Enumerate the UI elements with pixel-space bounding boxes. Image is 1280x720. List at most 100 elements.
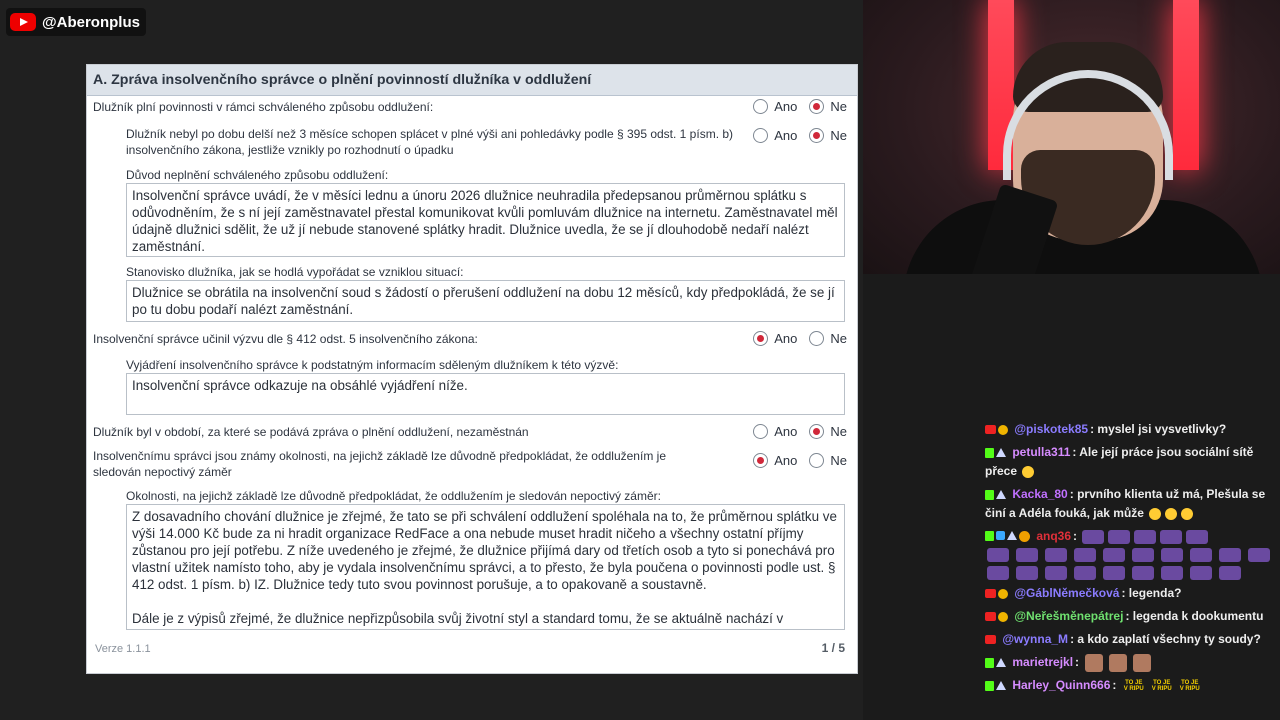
reason-textbox[interactable]: Insolvenční správce uvádí, že v měsíci l… [126, 183, 845, 257]
reason-label: Důvod neplnění schváleného způsobu oddlu… [126, 168, 389, 182]
youtube-badge-icon [985, 611, 996, 621]
radio-group-payment: Ano Ne [753, 128, 847, 143]
chat-text: : [1073, 529, 1078, 543]
chat-username[interactable]: marietrejkl [1012, 655, 1073, 669]
radio-group-challenge: Ano Ne [753, 331, 847, 346]
chat-panel: @piskotek85: myslel jsi vysvetlivky? pet… [985, 420, 1275, 699]
channel-handle: @Aberonplus [42, 13, 140, 31]
subscriber-badge-icon [996, 657, 1006, 667]
emote-icon [1045, 548, 1067, 562]
radio-no[interactable] [809, 128, 825, 143]
channel-handle-badge: @Aberonplus [6, 8, 146, 36]
emote-icon [1160, 529, 1183, 544]
radio-yes[interactable] [753, 99, 769, 114]
laughing-emoji-icon [1165, 507, 1178, 520]
emote-icon [1103, 548, 1125, 562]
radio-no[interactable] [809, 453, 825, 468]
member-badge-icon [998, 588, 1008, 599]
gifter-badge-icon [1019, 531, 1030, 543]
chat-message: @wynna_M: a kdo zaplatí všechny ty soudy… [985, 630, 1275, 649]
chat-message: anq36: [985, 527, 1275, 580]
chat-username[interactable]: @piskotek85 [1014, 422, 1088, 436]
stream-frame: @Aberonplus A. Zpráva insolvenčního sprá… [0, 0, 1280, 720]
radio-group-unemployed: Ano Ne [753, 424, 847, 439]
emote-icon [1161, 566, 1183, 580]
question-challenge: Insolvenční správce učinil výzvu dle § 4… [93, 331, 847, 347]
face-emote-icon [1109, 653, 1128, 672]
subscriber-badge-icon [996, 489, 1006, 499]
radio-yes[interactable] [753, 331, 769, 346]
chat-username[interactable]: @wynna_M [1002, 632, 1068, 646]
circumstances-paragraph-2: Dále je z výpisů zřejmé, že dlužnice nep… [132, 611, 784, 626]
emote-icon [1190, 566, 1212, 580]
emote-icon [987, 566, 1009, 580]
youtube-badge-icon [985, 588, 996, 598]
section-title: A. Zpráva insolvenčního správce o plnění… [93, 72, 592, 88]
question-text: Insolvenční správce učinil výzvu dle § 4… [93, 332, 478, 346]
youtube-badge-icon [985, 635, 996, 645]
emote-icon [1186, 529, 1209, 544]
member-badge-icon [998, 424, 1008, 435]
chat-message: Harley_Quinn666: TO JE V RIPU TO JE V RIP… [985, 676, 1275, 695]
emote-icon [1161, 548, 1183, 562]
emote-icon [1134, 529, 1157, 544]
circumstances-textbox[interactable]: Z dosavadního chování dlužnice je zřejmé… [126, 504, 845, 630]
member-badge-icon [998, 611, 1008, 622]
emote-icon [1016, 566, 1038, 580]
kick-badge-icon [985, 680, 994, 691]
question-obligations: Dlužník plní povinnosti v rámci schválen… [93, 99, 847, 115]
radio-no[interactable] [809, 99, 825, 114]
emote-icon [1082, 529, 1105, 544]
section-header: A. Zpráva insolvenčního správce o plnění… [87, 65, 857, 96]
chat-username[interactable]: anq36 [1036, 529, 1071, 543]
chat-text: : legenda k dookumentu [1125, 609, 1264, 623]
emote-icon [1074, 566, 1096, 580]
question-text: Insolvenčnímu správci jsou známy okolnos… [93, 449, 666, 479]
laughing-emoji-icon [1181, 507, 1194, 520]
statement-label: Vyjádření insolvenčního správce k podsta… [126, 358, 619, 372]
emote-spam [985, 548, 1275, 580]
face-emote-icon [1133, 653, 1152, 672]
text-emote: TO JE V RIPU [1179, 679, 1200, 692]
radio-group-dishonest: Ano Ne [753, 453, 847, 468]
radio-yes[interactable] [753, 453, 769, 468]
circumstances-label: Okolnosti, na jejichž základě lze důvodn… [126, 489, 661, 503]
text-emote: TO JE V RIPU [1151, 679, 1172, 692]
emote-icon [1132, 548, 1154, 562]
chat-text: : [1075, 655, 1080, 669]
emote-icon [1108, 529, 1131, 544]
emote-icon [1248, 548, 1270, 562]
webcam-feed [863, 0, 1280, 274]
stance-textbox[interactable]: Dlužnice se obrátila na insolvenční soud… [126, 280, 845, 322]
statement-textbox[interactable]: Insolvenční správce odkazuje na obsáhlé … [126, 373, 845, 415]
subscriber-badge-icon [996, 447, 1006, 457]
question-text: Dlužník nebyl po dobu delší než 3 měsíce… [126, 127, 734, 157]
question-text: Dlužník byl v období, za které se podává… [93, 425, 529, 439]
radio-no[interactable] [809, 331, 825, 346]
radio-yes[interactable] [753, 424, 769, 439]
insolvency-report-document: A. Zpráva insolvenčního správce o plnění… [86, 64, 858, 674]
chat-text: : a kdo zaplatí všechny ty soudy? [1070, 632, 1261, 646]
radio-no[interactable] [809, 424, 825, 439]
laughing-emoji-icon [1149, 507, 1162, 520]
chat-message: petulla311: Ale její práce jsou sociální… [985, 443, 1275, 481]
gem-badge-icon [996, 531, 1005, 541]
chat-username[interactable]: Kacka_80 [1012, 487, 1067, 501]
subscriber-badge-icon [1007, 531, 1017, 541]
kick-badge-icon [985, 657, 994, 668]
radio-yes[interactable] [753, 128, 769, 143]
chat-text: : [1112, 678, 1117, 692]
chat-username[interactable]: @GáblNěmečková [1014, 586, 1119, 600]
laughing-emoji-icon [1022, 465, 1035, 478]
kick-badge-icon [985, 447, 994, 458]
question-unemployed: Dlužník byl v období, za které se podává… [93, 424, 847, 440]
radio-group-obligations: Ano Ne [753, 99, 847, 114]
chat-username[interactable]: petulla311 [1012, 445, 1070, 459]
emote-icon [987, 548, 1009, 562]
page-indicator: 1 / 5 [821, 641, 845, 655]
question-dishonest-intent: Insolvenčnímu správci jsou známy okolnos… [93, 448, 677, 480]
emote-icon [1132, 566, 1154, 580]
emote-icon [1045, 566, 1067, 580]
chat-username[interactable]: Harley_Quinn666 [1012, 678, 1110, 692]
chat-username[interactable]: @Neřešměnepátrej [1014, 609, 1123, 623]
